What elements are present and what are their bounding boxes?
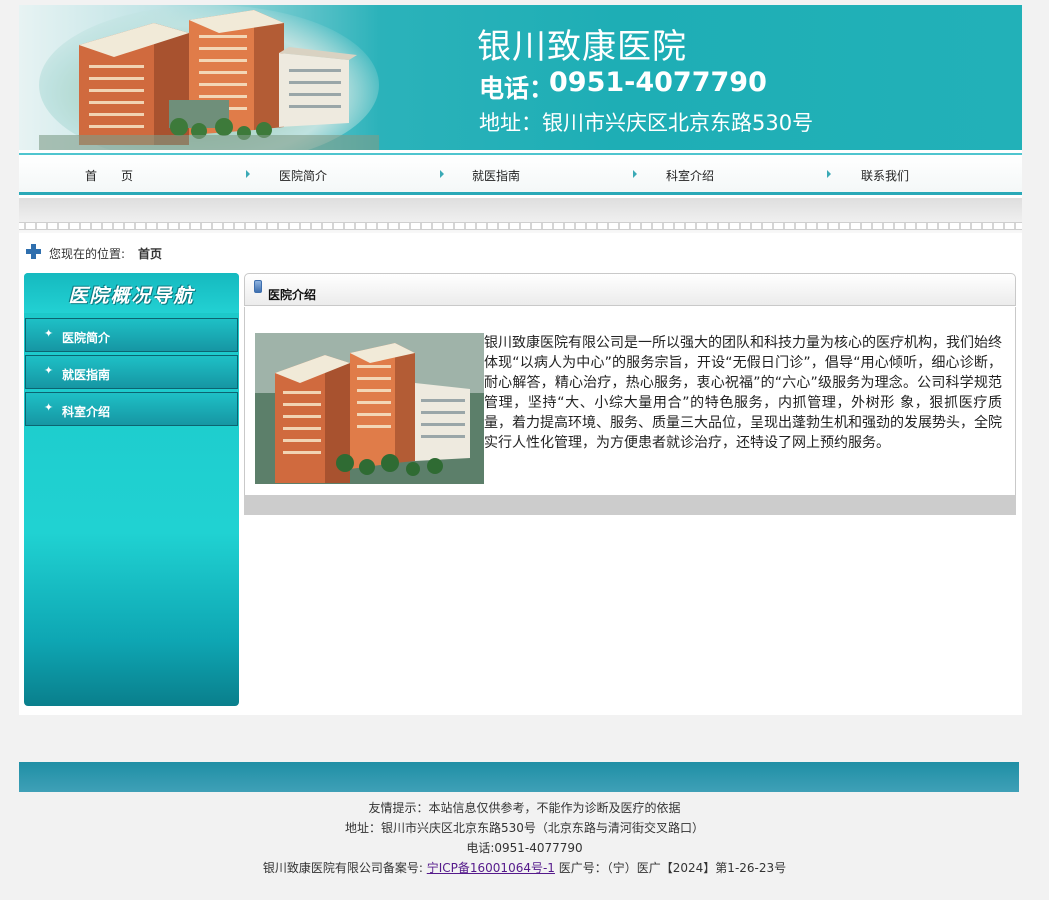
sidebar-item-about[interactable]: ✦ 医院简介: [25, 318, 238, 352]
document-icon: [254, 280, 262, 293]
main-nav: 首 页 医院简介 就医指南 科室介绍 联系我们: [19, 153, 1022, 195]
nav-arrow-icon: [439, 167, 445, 181]
phone-label: 电话：: [479, 74, 555, 103]
nav-item-contact[interactable]: 联系我们: [861, 167, 909, 187]
hospital-name: 银川致康医院: [477, 27, 687, 67]
nav-item-about[interactable]: 医院简介: [279, 167, 327, 187]
footer-notice: 友情提示：本站信息仅供参考，不能作为诊断及医疗的依据: [368, 801, 681, 815]
nav-arrow-icon: [245, 167, 251, 181]
header-banner: 银川致康医院 电话： 0951-4077790 地址：银川市兴庆区北京东路530…: [19, 5, 1022, 150]
sparkle-icon: ✦: [44, 327, 54, 340]
hospital-address: 地址：银川市兴庆区北京东路530号: [479, 111, 814, 135]
sparkle-icon: ✦: [44, 364, 54, 377]
content-panel-header: 医院介绍: [244, 273, 1016, 306]
page-container: 银川致康医院 电话： 0951-4077790 地址：银川市兴庆区北京东路530…: [19, 5, 1022, 715]
breadcrumb-home-link[interactable]: 首页: [138, 245, 162, 262]
sidebar-title: 医院概况导航: [68, 285, 195, 307]
nav-arrow-icon: [632, 167, 638, 181]
sidebar-item-label: 医院简介: [62, 331, 111, 345]
sidebar-item-label: 科室介绍: [62, 405, 111, 419]
nav-arrow-icon: [826, 167, 832, 181]
panel-title: 医院介绍: [268, 288, 317, 302]
nav-item-home[interactable]: 首 页: [85, 167, 133, 187]
sparkle-icon: ✦: [44, 401, 54, 414]
hospital-building-image: [39, 5, 379, 150]
record-prefix: 银川致康医院有限公司备案号:: [262, 861, 423, 875]
sidebar: 医院概况导航 ✦ 医院简介 ✦ 就医指南 ✦ 科室介绍: [24, 273, 239, 706]
breadcrumb-label: 您现在的位置:: [49, 247, 126, 261]
hospital-intro-text: 银川致康医院有限公司是一所以强大的团队和科技力量为核心的医疗机构，我们始终体现“…: [484, 335, 1002, 451]
footer-record: 银川致康医院有限公司备案号: 宁ICP备16001064号-1 医广号：（宁）医…: [0, 859, 1049, 876]
sidebar-header: 医院概况导航: [24, 273, 239, 313]
hospital-photo: [255, 333, 484, 484]
sidebar-item-departments[interactable]: ✦ 科室介绍: [25, 392, 238, 426]
sidebar-item-guide[interactable]: ✦ 就医指南: [25, 355, 238, 389]
sidebar-item-label: 就医指南: [62, 368, 111, 382]
icp-record-link[interactable]: 宁ICP备16001064号-1: [427, 861, 555, 875]
medical-cross-icon: [26, 244, 41, 259]
nav-item-departments[interactable]: 科室介绍: [666, 167, 714, 187]
nav-item-guide[interactable]: 就医指南: [472, 167, 520, 187]
ad-license: 医广号：（宁）医广【2024】第1-26-23号: [558, 861, 787, 875]
footer-bar: [19, 762, 1019, 792]
content-panel-footer: [244, 495, 1016, 515]
footer-address: 地址：银川市兴庆区北京东路530号（北京东路与清河街交叉路口）: [345, 821, 704, 835]
pattern-divider: [19, 222, 1022, 230]
content-panel: 银川致康医院有限公司是一所以强大的团队和科技力量为核心的医疗机构，我们始终体现“…: [244, 307, 1016, 495]
phone-number: 0951-4077790: [549, 67, 767, 98]
footer-phone: 电话:0951-4077790: [466, 841, 583, 855]
